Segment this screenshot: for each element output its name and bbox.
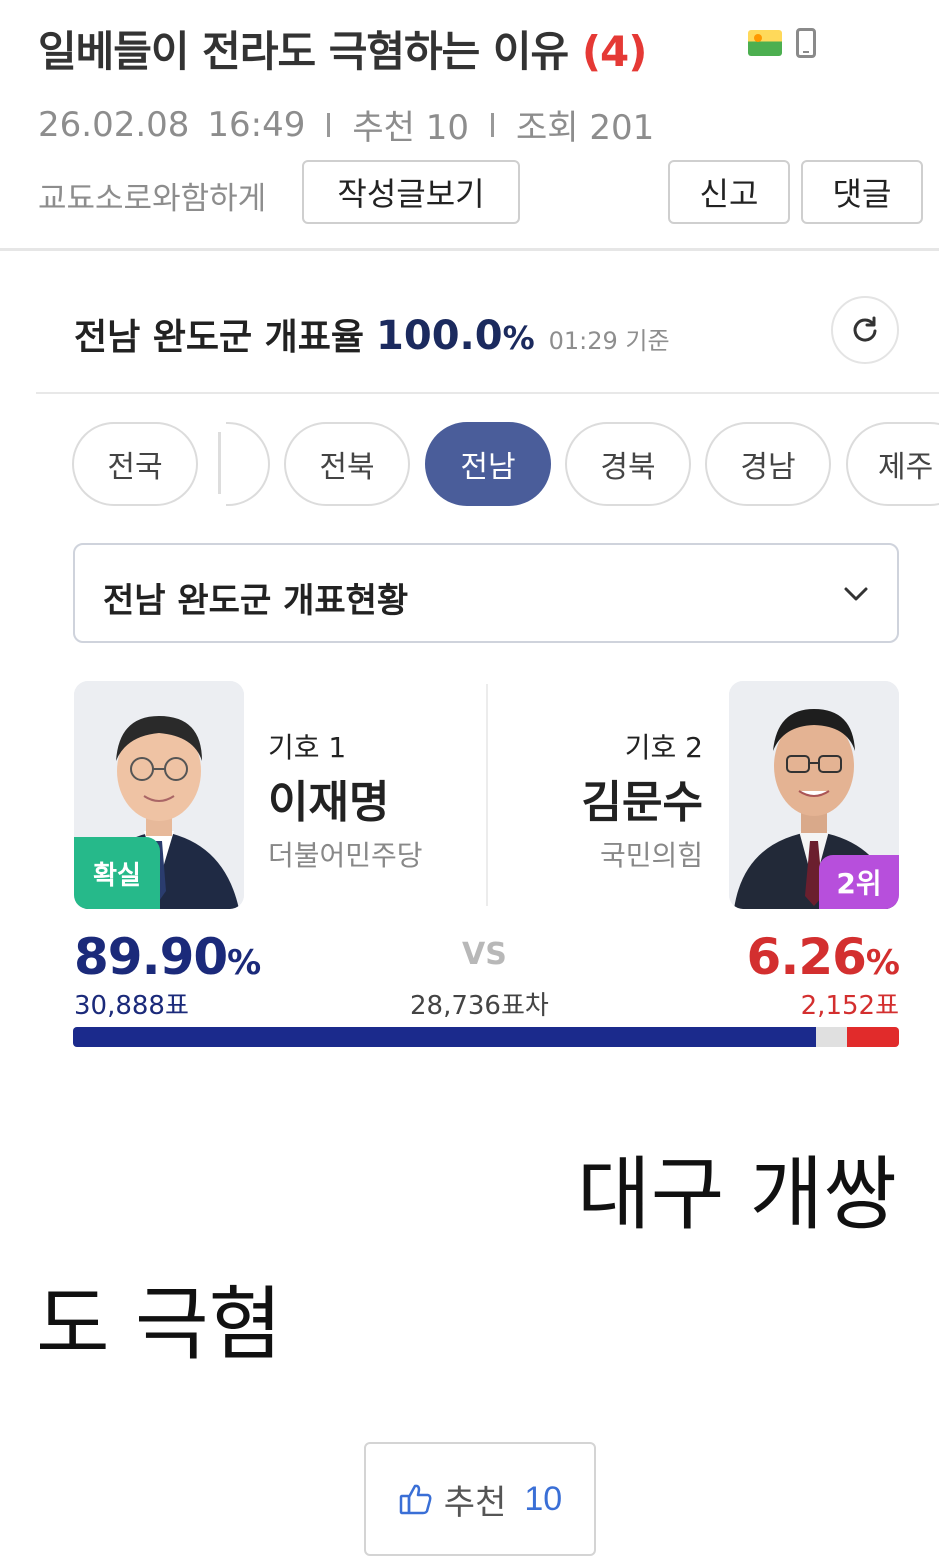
count-rate: 100.0% [376,313,535,359]
meta-divider [491,112,495,137]
thumbs-up-icon [399,1484,432,1515]
region-tabs: 전국 전북 전남 경북 경남 제주 [72,422,939,506]
count-timestamp: 01:29 기준 [548,327,670,355]
candidate-1-percent: 89.90% [74,928,261,986]
election-header: 전남 완도군 개표율 100.0% 01:29 기준 [74,308,670,360]
tab-jeonbuk[interactable]: 전북 [284,422,410,506]
vote-difference: 28,736표차 [410,991,549,1021]
tab-gyeongbuk[interactable]: 경북 [565,422,691,506]
candidate-1-name: 이재명 [268,777,390,828]
election-region-title: 전남 완도군 개표율 [74,317,365,358]
vote-share-right [847,1027,899,1047]
region-dropdown[interactable]: 전남 완도군 개표현황 [73,543,899,643]
post-body-line-2: 도 극혐 [36,1278,283,1371]
tab-jeju[interactable]: 제주 [846,422,939,506]
post-recommend-count: 추천 10 [352,108,470,148]
recommend-count: 10 [524,1479,563,1518]
image-icon [748,30,782,56]
refresh-button[interactable] [831,296,899,364]
tab-partial[interactable] [226,422,270,506]
tab-jeonnam[interactable]: 전남 [425,422,551,506]
recommend-label: 추천 [443,1483,507,1522]
comment-count[interactable]: (4) [582,27,648,76]
candidate-1-number: 기호 1 [268,731,347,764]
title-icons [748,28,816,58]
vote-share-bar [73,1027,899,1047]
post-date: 26.02.08 [38,104,190,145]
vote-share-left [73,1027,816,1047]
meta-divider [327,112,331,137]
post-body-line-1: 대구 개쌍 [577,1148,897,1241]
post-view-count: 조회 201 [516,108,655,148]
header-divider [0,248,939,251]
candidate-2-votes: 2,152표 [800,991,899,1021]
comment-button[interactable]: 댓글 [801,160,923,224]
tab-nationwide[interactable]: 전국 [72,422,198,506]
candidate-divider [486,684,488,906]
report-button[interactable]: 신고 [668,160,790,224]
candidate-2-percent: 6.26% [746,928,900,986]
win-badge: 확실 [74,837,160,909]
region-dropdown-label: 전남 완도군 개표현황 [103,581,409,621]
post-author[interactable]: 교됴소로와함하게 [38,173,266,218]
candidate-1-photo: 확실 [74,681,244,909]
tab-separator [218,432,221,494]
mobile-icon [796,28,816,58]
post-time: 16:49 [207,104,306,145]
candidate-2-name: 김문수 [581,777,703,828]
widget-divider [36,392,939,394]
candidate-1-party: 더불어민주당 [268,839,423,872]
author-posts-button[interactable]: 작성글보기 [302,160,520,224]
chevron-down-icon [844,587,868,601]
refresh-icon [853,316,877,342]
vs-label: VS [462,937,507,972]
tab-gyeongnam[interactable]: 경남 [705,422,831,506]
candidate-1-votes: 30,888표 [74,991,189,1021]
candidate-2-party: 국민의힘 [599,839,703,872]
candidate-2-number: 기호 2 [624,731,703,764]
candidate-2-photo: 2위 [729,681,899,909]
post-title: 일베들이 전라도 극혐하는 이유 (4) [38,18,648,79]
rank-badge: 2위 [819,855,899,909]
post-title-text: 일베들이 전라도 극혐하는 이유 [38,27,569,76]
recommend-button[interactable]: 추천 10 [364,1442,596,1556]
post-meta: 26.02.08 16:49 추천 10 조회 201 [38,100,654,149]
